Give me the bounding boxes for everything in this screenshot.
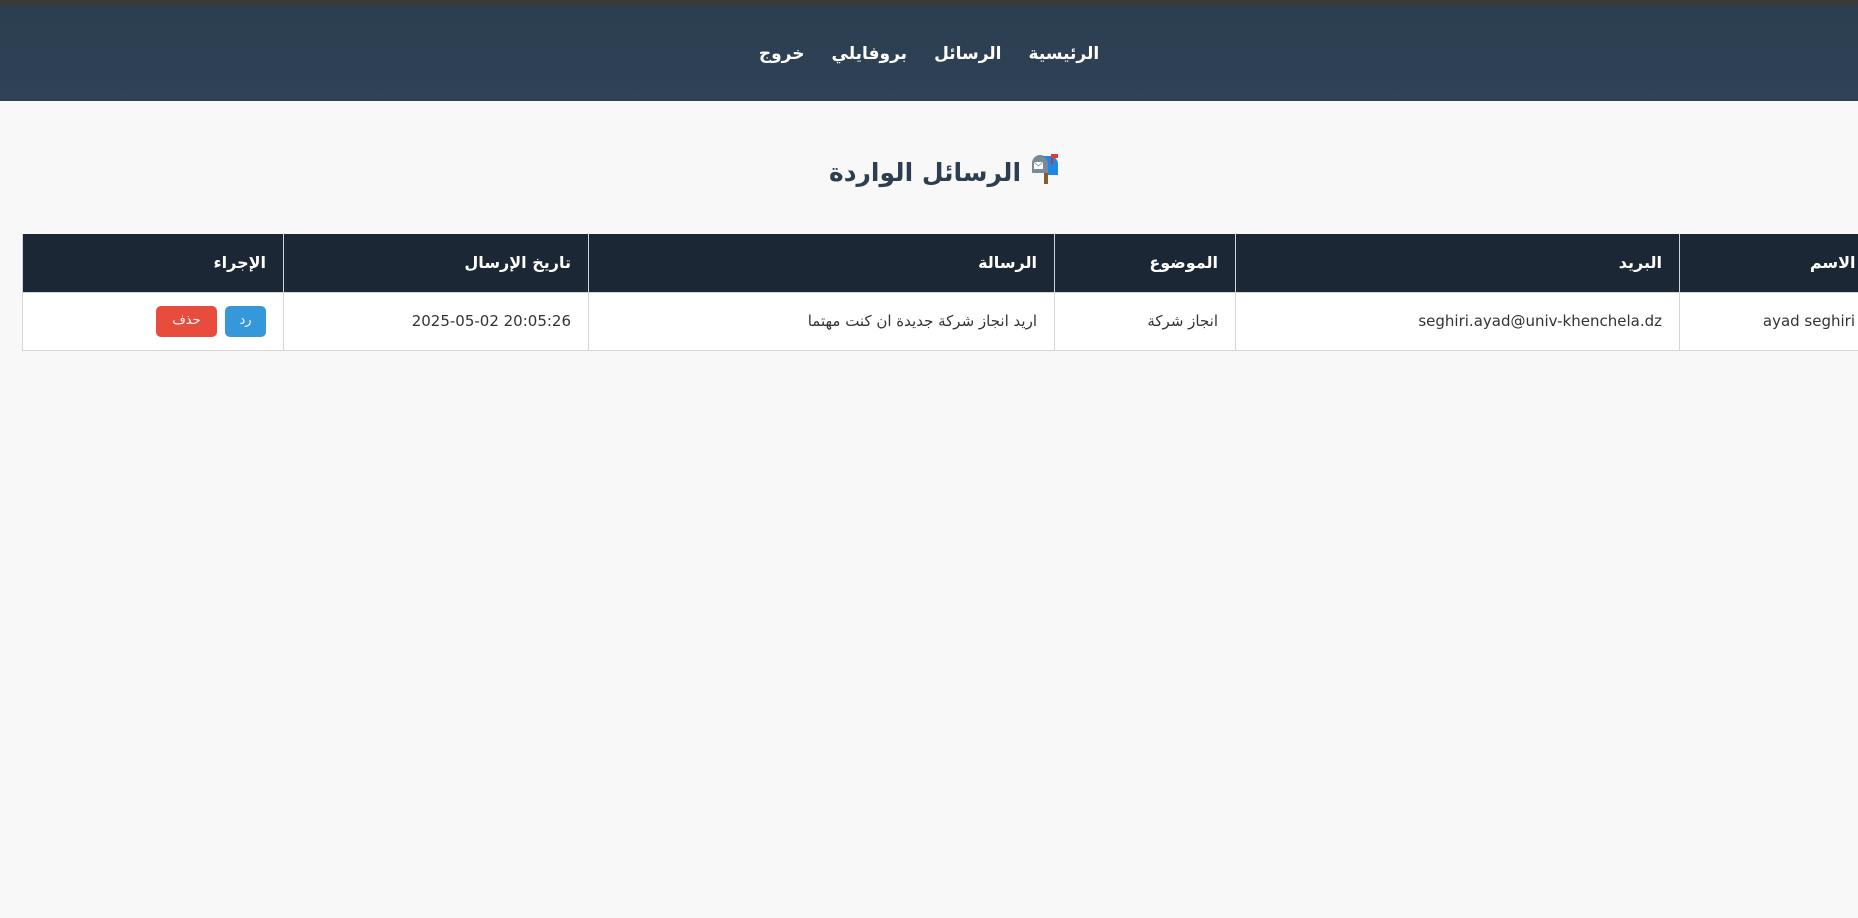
page-title-text: الرسائل الواردة [828, 158, 1022, 187]
header-name: الاسم [1679, 234, 1858, 292]
delete-button[interactable]: حذف [156, 305, 217, 337]
messages-table-container: الاسم البريد الموضوع الرسالة تاريخ الإرس… [22, 234, 1858, 351]
header-subject: الموضوع [1054, 234, 1236, 292]
header-message: الرسالة [588, 234, 1055, 292]
header-action: الإجراء [22, 234, 284, 292]
mailbox-icon [1029, 154, 1061, 190]
nav-link-profile[interactable]: بروفايلي [832, 44, 908, 64]
cell-email: seghiri.ayad@univ-khenchela.dz [1235, 291, 1680, 351]
nav-link-messages[interactable]: الرسائل [934, 44, 1001, 64]
nav-links: خروج بروفايلي الرسائل الرئيسية [0, 6, 1858, 101]
table-row: ayad seghiri seghiri.ayad@univ-khenchela… [22, 291, 1858, 351]
page-title: الرسائل الواردة [0, 154, 1858, 190]
cell-subject: انجاز شركة [1054, 291, 1236, 351]
cell-action: ردحذف [22, 291, 284, 351]
messages-table: الاسم البريد الموضوع الرسالة تاريخ الإرس… [22, 234, 1858, 351]
nav-link-logout[interactable]: خروج [759, 44, 805, 64]
header-date: تاريخ الإرسال [283, 234, 589, 292]
cell-name: ayad seghiri [1679, 291, 1858, 351]
reply-button[interactable]: رد [225, 305, 266, 337]
table-header-row: الاسم البريد الموضوع الرسالة تاريخ الإرس… [22, 234, 1858, 292]
nav-link-home[interactable]: الرئيسية [1029, 44, 1100, 64]
cell-message: اريد انجاز شركة جديدة ان كنت مهتما [588, 291, 1055, 351]
header-email: البريد [1235, 234, 1680, 292]
top-navbar: خروج بروفايلي الرسائل الرئيسية [0, 6, 1858, 101]
date-value: 2025-05-02 20:05:26 [411, 312, 571, 330]
cell-date: 2025-05-02 20:05:26 [283, 291, 589, 351]
